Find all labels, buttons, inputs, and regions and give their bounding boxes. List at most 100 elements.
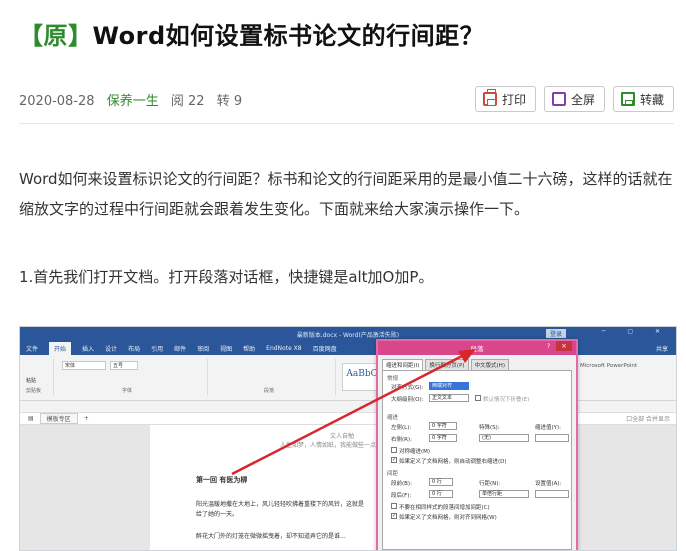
read-count: 阅 22 bbox=[170, 94, 205, 109]
dialog-tab-linebreak: 换行和分页(P) bbox=[425, 359, 469, 370]
alignment-select: 两端对齐 bbox=[429, 382, 469, 390]
dialog-tab-chinese: 中文版式(H) bbox=[470, 359, 509, 370]
special-select: (无) bbox=[479, 434, 529, 442]
article-title-text: Word如何设置标书论文的行间距？ bbox=[92, 22, 485, 50]
collapsed-checkbox bbox=[475, 395, 481, 401]
folder-icon: ▤ bbox=[28, 415, 34, 422]
window-controls-icon: ─ ▢ ✕ bbox=[601, 328, 670, 335]
page-line-2: 阳光温暖地撒在大地上，风儿轻轻吹拂着重楼下的风铃，这就是 bbox=[196, 501, 365, 508]
publish-date: 2020-08-28 bbox=[19, 94, 95, 109]
save-button[interactable]: 转藏 bbox=[612, 86, 674, 112]
left-indent-label: 左侧(L): bbox=[391, 425, 412, 431]
mirror-label: 对称缩进(M) bbox=[399, 449, 431, 455]
after-field: 0 行 bbox=[429, 490, 453, 498]
clipboard-label: 剪贴板 bbox=[26, 388, 42, 394]
fullscreen-button[interactable]: 全屏 bbox=[543, 86, 605, 112]
word-tab: 引用 bbox=[151, 345, 164, 353]
word-tab: 帮助 bbox=[243, 345, 256, 353]
outline-label: 大纲级别(O): bbox=[391, 397, 424, 403]
print-label: 打印 bbox=[501, 92, 526, 107]
fullscreen-icon bbox=[551, 92, 566, 106]
paste-label: 粘贴 bbox=[26, 378, 37, 384]
article-title: 【原】Word如何设置标书论文的行间距？ bbox=[19, 16, 484, 51]
indent-value-label: 缩进值(Y): bbox=[535, 425, 562, 431]
indent-value-field bbox=[535, 434, 569, 442]
font-group-label: 字体 bbox=[122, 388, 133, 394]
after-label: 段后(F): bbox=[391, 493, 412, 499]
article-meta: 2020-08-28 保养一生 阅 22 转 9 bbox=[19, 90, 250, 109]
line-spacing-label: 行距(N): bbox=[479, 481, 501, 487]
word-tab: 插入 bbox=[82, 345, 95, 353]
word-window-title: 最新版本.docx - Word(产品激活失败) bbox=[296, 331, 400, 339]
article-paragraph-1: Word如何来设置标识论文的行间距？标书和论文的行间距采用的是最小值二十六磅，这… bbox=[19, 170, 673, 218]
spacing-section: 间距 bbox=[387, 471, 399, 477]
general-section: 常规 bbox=[387, 376, 399, 382]
dialog-title: 段落 bbox=[470, 345, 484, 353]
left-indent-field: 0 字符 bbox=[429, 422, 457, 430]
save-icon bbox=[620, 92, 635, 106]
page-small-heading: 文人自勉 bbox=[330, 433, 355, 440]
dialog-body: 常规 对齐方式(G): 两端对齐 大纲级别(O): 正文文本 默认情况下折叠(E… bbox=[382, 370, 572, 550]
collapsed-label: 默认情况下折叠(E) bbox=[483, 397, 530, 403]
page-line-4: 醉花大门外的灯笼在微微摇曳着，却不知道弄它的是谁... bbox=[196, 533, 346, 540]
repost-count: 转 9 bbox=[216, 94, 243, 109]
template-tab: 模板专区 bbox=[39, 413, 78, 424]
save-label: 转藏 bbox=[639, 92, 664, 107]
clipboard-group: 粘贴 剪贴板 bbox=[24, 359, 54, 395]
auto-adjust-label: 如果定义了文档网格，则自动调整右缩进(D) bbox=[399, 459, 507, 465]
word-tab: 文件 bbox=[26, 345, 39, 353]
before-field: 0 行 bbox=[429, 478, 453, 486]
header-divider bbox=[19, 123, 674, 124]
before-label: 段前(B): bbox=[391, 481, 412, 487]
page-chapter-heading: 第一回 有医为柳 bbox=[196, 476, 248, 484]
word-login: 登录 bbox=[545, 329, 566, 338]
paragraph-group-label: 段落 bbox=[264, 388, 275, 394]
word-canvas: 文人自勉 人生如梦，人情如纸，我能做些一点灵药，我能说什么... 第一回 有医为… bbox=[20, 425, 676, 550]
help-icon: ? bbox=[546, 343, 550, 350]
font-size-box: 五号 bbox=[110, 361, 138, 370]
powerpoint-label: Microsoft PowerPoint bbox=[580, 363, 638, 369]
snap-grid-checkbox: ✓ bbox=[391, 513, 397, 519]
page-line-3: 给了她的一天。 bbox=[196, 511, 239, 518]
author-link[interactable]: 保养一生 bbox=[107, 94, 159, 109]
right-indent-label: 右侧(R): bbox=[391, 437, 412, 443]
no-space-checkbox bbox=[391, 503, 397, 509]
setting-value-label: 设置值(A): bbox=[535, 481, 562, 487]
word-tab: 视图 bbox=[220, 345, 233, 353]
line-spacing-select: 单倍行距 bbox=[479, 490, 529, 498]
auto-adjust-checkbox: ✓ bbox=[391, 457, 397, 463]
right-indent-field: 0 字符 bbox=[429, 434, 457, 442]
close-icon: × bbox=[556, 341, 572, 351]
original-tag: 【原】 bbox=[19, 22, 93, 50]
dialog-title-bar: 段落 ? × bbox=[378, 341, 576, 355]
no-space-label: 不要在相同样式的段落间增加间距(C) bbox=[399, 505, 490, 511]
paragraph-dialog: 段落 ? × 缩进和间距(I) 换行和分页(P) 中文版式(H) 常规 对齐方式… bbox=[376, 339, 578, 550]
setting-value-field bbox=[535, 490, 569, 498]
fullscreen-label: 全屏 bbox=[570, 92, 595, 107]
printer-icon bbox=[482, 89, 497, 106]
word-tab-active: 开始 bbox=[49, 341, 72, 355]
word-tab: 设计 bbox=[105, 345, 118, 353]
indent-section: 缩进 bbox=[387, 415, 399, 421]
print-button[interactable]: 打印 bbox=[474, 86, 536, 112]
mirror-checkbox bbox=[391, 447, 397, 453]
plus-icon: + bbox=[83, 415, 89, 422]
word-tab: EndNote X8 bbox=[266, 344, 302, 352]
snap-grid-label: 如果定义了文档网格，则对齐到网格(W) bbox=[399, 515, 497, 521]
special-label: 特殊(S): bbox=[479, 425, 500, 431]
dialog-tabs: 缩进和间距(I) 换行和分页(P) 中文版式(H) bbox=[378, 355, 576, 370]
word-tab: 百度网盘 bbox=[312, 345, 337, 353]
nav-right: 口全部 合并显示 bbox=[626, 416, 670, 423]
font-group: 宋体 五号 字体 bbox=[58, 359, 208, 395]
dialog-tab-indent: 缩进和间距(I) bbox=[382, 359, 424, 370]
article-paragraph-2: 1.首先我们打开文档。打开段落对话框，快捷键是alt加O加P。 bbox=[19, 268, 434, 286]
word-share: 共享 bbox=[655, 345, 668, 353]
outline-select: 正文文本 bbox=[429, 394, 469, 402]
alignment-label: 对齐方式(G): bbox=[391, 385, 424, 391]
paragraph-group: 段落 bbox=[212, 359, 336, 395]
word-screenshot-image: 最新版本.docx - Word(产品激活失败) 登录 ─ ▢ ✕ 文件 开始 … bbox=[19, 326, 677, 551]
article-actions: 打印 全屏 转藏 bbox=[474, 86, 674, 112]
word-tab: 审阅 bbox=[197, 345, 210, 353]
word-tab: 布局 bbox=[128, 345, 141, 353]
word-tab: 邮件 bbox=[174, 345, 187, 353]
